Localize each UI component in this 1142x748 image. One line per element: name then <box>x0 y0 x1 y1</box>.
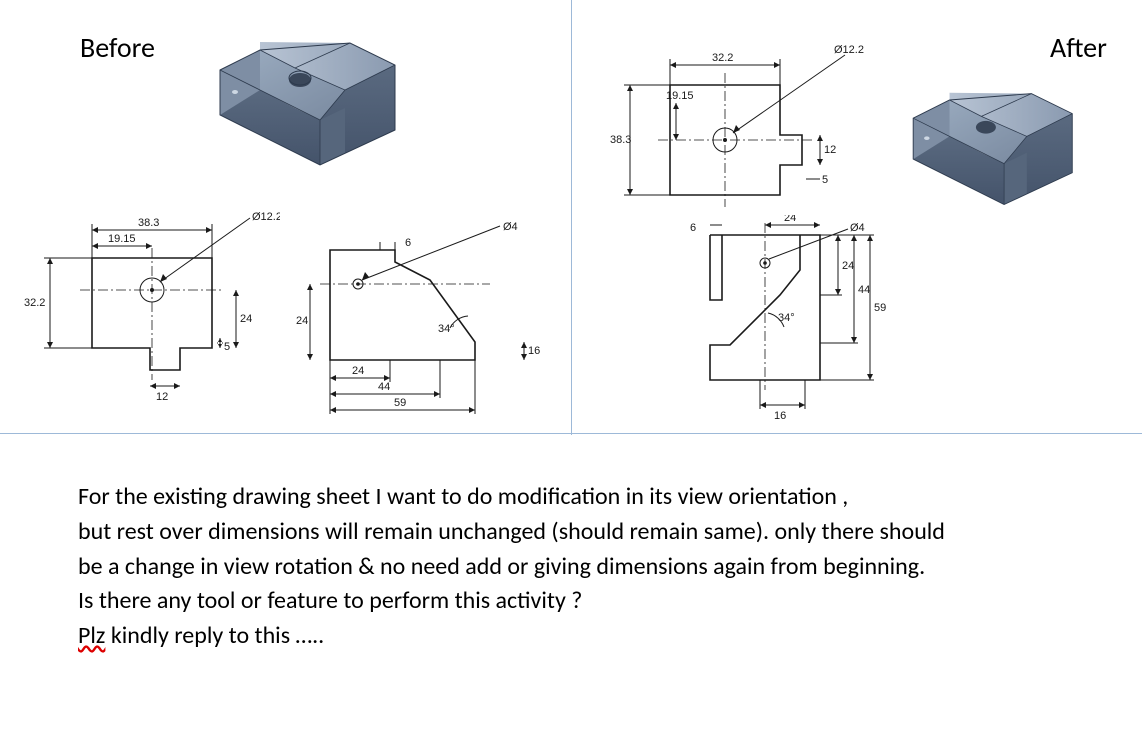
question-text: For the existing drawing sheet I want to… <box>78 480 1068 654</box>
vertical-divider <box>571 0 572 435</box>
dim-a6: 6 <box>690 222 696 234</box>
before-top-view: 38.3 19.15 32.2 Ø12.2 5 24 12 <box>20 210 280 420</box>
diagram-panel: Before After <box>0 0 1142 435</box>
dim-24l: 24 <box>296 315 308 327</box>
after-iso <box>895 70 1095 230</box>
dim-d4: Ø4 <box>503 221 518 233</box>
horizontal-divider <box>0 433 1142 434</box>
dim-w44: 44 <box>378 381 390 393</box>
dim-16: 16 <box>528 345 540 357</box>
after-top-view: 32.2 Ø12.2 38.3 19.15 12 5 <box>610 45 870 225</box>
q-line2: but rest over dimensions will remain unc… <box>78 515 1068 550</box>
q-line3: be a change in view rotation & no need a… <box>78 550 1068 585</box>
dim-a12: 12 <box>824 144 836 156</box>
dim-a16: 16 <box>774 410 786 422</box>
dim-6: 6 <box>405 237 411 249</box>
q-rest: kindly reply to this ….. <box>105 621 324 650</box>
q-line1: For the existing drawing sheet I want to… <box>78 480 1068 515</box>
before-side-view: Ø4 6 24 34° 16 24 44 59 <box>290 220 550 420</box>
dim-w24: 24 <box>352 365 364 377</box>
after-side-view: 6 24 Ø4 24 44 59 34° 16 <box>650 215 910 435</box>
dim-ah44: 44 <box>858 284 870 296</box>
dim-322: 32.2 <box>24 297 45 309</box>
before-iso <box>200 20 420 190</box>
dim-12: 12 <box>156 391 168 403</box>
dim-ah59: 59 <box>874 302 886 314</box>
dim-ah24: 24 <box>842 260 854 272</box>
q-plz: Plz <box>78 621 105 650</box>
dim-ad4: Ø4 <box>850 222 865 234</box>
dim-aang: 34° <box>778 312 795 324</box>
before-label: Before <box>80 30 155 65</box>
dim-a1915: 19.15 <box>666 90 694 102</box>
dim-a5: 5 <box>822 174 828 186</box>
after-label: After <box>1050 30 1107 65</box>
dim-a383: 38.3 <box>610 134 631 146</box>
dim-1915: 19.15 <box>108 233 136 245</box>
dim-24v: 24 <box>240 313 252 325</box>
q-line4: Is there any tool or feature to perform … <box>78 584 1068 619</box>
dim-5: 5 <box>224 341 230 353</box>
dim-w59: 59 <box>394 397 406 409</box>
dim-ang: 34° <box>438 323 455 335</box>
dim-383: 38.3 <box>138 217 159 229</box>
dim-dia: Ø12.2 <box>252 211 280 223</box>
q-line5: Plz kindly reply to this ….. <box>78 619 1068 654</box>
dim-adia: Ø12.2 <box>834 45 864 56</box>
dim-aw24: 24 <box>784 215 796 224</box>
dim-a322: 32.2 <box>712 52 733 64</box>
